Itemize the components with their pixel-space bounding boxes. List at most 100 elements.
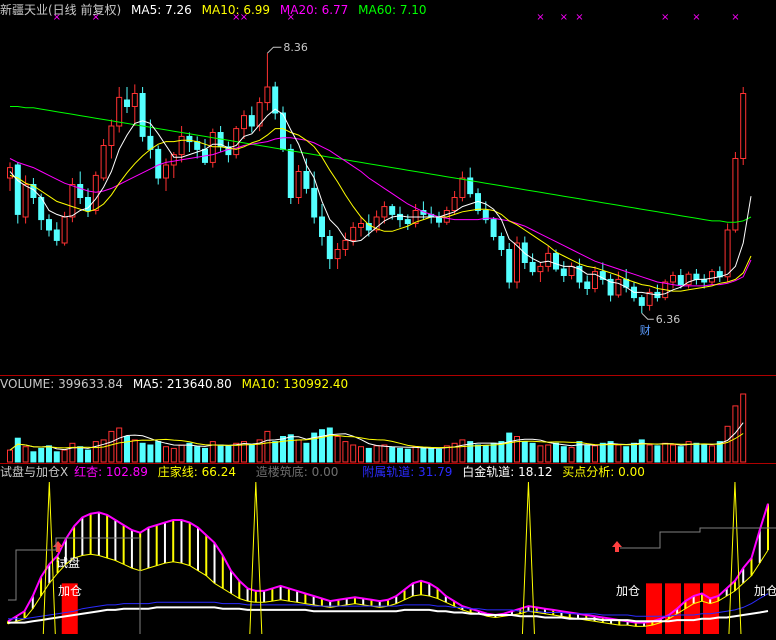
candle-body xyxy=(326,236,333,260)
volume-bar xyxy=(389,447,396,463)
candle-body xyxy=(295,171,302,198)
volume-bar xyxy=(38,447,45,463)
volume-bar xyxy=(740,393,747,463)
candle-body xyxy=(724,229,731,278)
signal-jiacang-label-1: 加仓 xyxy=(58,584,82,598)
volume-bar xyxy=(53,451,60,463)
candle-body xyxy=(170,154,177,166)
candle-body xyxy=(69,184,76,218)
ma5-legend: MA5: 7.26 xyxy=(131,3,192,17)
candle-body xyxy=(709,271,715,283)
volume-bar xyxy=(155,441,162,463)
signal-jiacang-label-2: 加仓 xyxy=(616,584,640,598)
volume-bar xyxy=(724,425,731,463)
high-price-label: 8.36 xyxy=(283,41,308,54)
volume-bar xyxy=(529,442,536,463)
candle-body xyxy=(537,265,544,273)
volume-panel-header: VOLUME: 399633.84 MA5: 213640.80 MA10: 1… xyxy=(0,377,354,391)
candle-body xyxy=(490,219,497,238)
event-marker: × xyxy=(536,12,544,23)
volume-bar xyxy=(287,434,294,463)
volume-bar xyxy=(303,442,310,463)
low-pointer xyxy=(641,312,654,320)
candle-body xyxy=(677,275,684,286)
candle-body xyxy=(459,177,466,198)
volume-bar xyxy=(7,449,13,463)
volume-bar xyxy=(186,442,193,463)
candle-body xyxy=(553,252,559,270)
candle-body xyxy=(545,252,552,267)
volume-bar xyxy=(77,446,84,463)
candle-body xyxy=(381,206,388,218)
volume-bar xyxy=(592,445,598,463)
volume-bar xyxy=(459,439,466,463)
indicator-panel-header: 试盘与加仓X 红杏: 102.89 庄家线: 66.24 造楼筑底: 0.00 … xyxy=(0,465,651,479)
ma60-legend: MA60: 7.10 xyxy=(358,3,427,17)
ma5-line xyxy=(9,108,752,296)
signal-shipan-label: 试盘 xyxy=(56,555,80,570)
volume-bar xyxy=(358,446,364,463)
volume-bar xyxy=(334,436,341,463)
volume-bar xyxy=(131,439,138,463)
volume-bar xyxy=(264,430,271,463)
volume-bar xyxy=(506,432,513,463)
volume-bar xyxy=(623,446,630,463)
buy-arrow-icon xyxy=(612,541,622,552)
volume-bar xyxy=(443,445,450,463)
fushu-legend: 附属轨道: 31.79 xyxy=(362,465,453,479)
volume-bar xyxy=(61,449,68,463)
volume-bar xyxy=(701,444,708,463)
signal-jiacang-label-3: 加仓 xyxy=(754,584,776,598)
stock-title: 新疆天业(日线 前复权) xyxy=(0,3,122,17)
volume-bar xyxy=(654,445,661,463)
zaolou-legend: 造楼筑底: 0.00 xyxy=(255,465,339,479)
volume-bar xyxy=(233,442,240,463)
vol-ma10-legend: MA10: 130992.40 xyxy=(241,377,349,391)
volume-bar xyxy=(46,445,52,463)
volume-bar xyxy=(365,447,372,463)
candle-body xyxy=(194,141,201,150)
volume-bar xyxy=(178,444,185,463)
candle-body xyxy=(529,262,536,273)
volume-bar xyxy=(280,436,286,463)
signal-red-bar xyxy=(646,583,662,634)
volume-bar xyxy=(217,444,224,463)
candle-body xyxy=(319,216,325,237)
event-marker: × xyxy=(661,12,669,23)
volume-legend: VOLUME: 399633.84 xyxy=(0,377,123,391)
volume-bar xyxy=(295,439,302,463)
step-line xyxy=(620,527,776,549)
volume-bar xyxy=(646,444,653,463)
volume-bar xyxy=(615,444,622,463)
candle-body xyxy=(163,164,169,179)
volume-bar xyxy=(202,447,208,463)
candle-body xyxy=(350,226,357,241)
volume-bar xyxy=(693,442,700,463)
volume-bar xyxy=(404,448,411,463)
candle-body xyxy=(53,229,60,241)
candle-body xyxy=(740,93,747,159)
hongxing-legend: 红杏: 102.89 xyxy=(74,465,148,479)
volume-bar xyxy=(116,427,123,463)
volume-bar xyxy=(428,447,435,463)
vol-ma5-legend: MA5: 213640.80 xyxy=(132,377,232,391)
volume-bar xyxy=(568,447,575,463)
volume-bar xyxy=(545,444,552,463)
candle-body xyxy=(514,242,520,283)
volume-bar xyxy=(482,445,489,463)
ma10-line xyxy=(9,128,752,292)
spike-line xyxy=(42,481,56,635)
volume-bar xyxy=(373,445,380,463)
candle-body xyxy=(139,93,146,137)
volume-bar xyxy=(584,444,591,463)
kline-chart: × × × × × × × × × × ×8.366.36财试盘加仓 加仓 加仓 xyxy=(0,12,776,635)
main-panel-header: 新疆天业(日线 前复权) MA5: 7.26 MA10: 6.99 MA20: … xyxy=(0,3,433,17)
volume-bar xyxy=(100,439,107,463)
candle-body xyxy=(46,219,52,231)
volume-bar xyxy=(560,446,567,463)
signal-red-bar xyxy=(703,583,719,634)
finance-tag: 财 xyxy=(640,323,651,337)
candle-body xyxy=(131,93,138,107)
volume-bar xyxy=(397,447,403,463)
volume-bar xyxy=(475,444,481,463)
